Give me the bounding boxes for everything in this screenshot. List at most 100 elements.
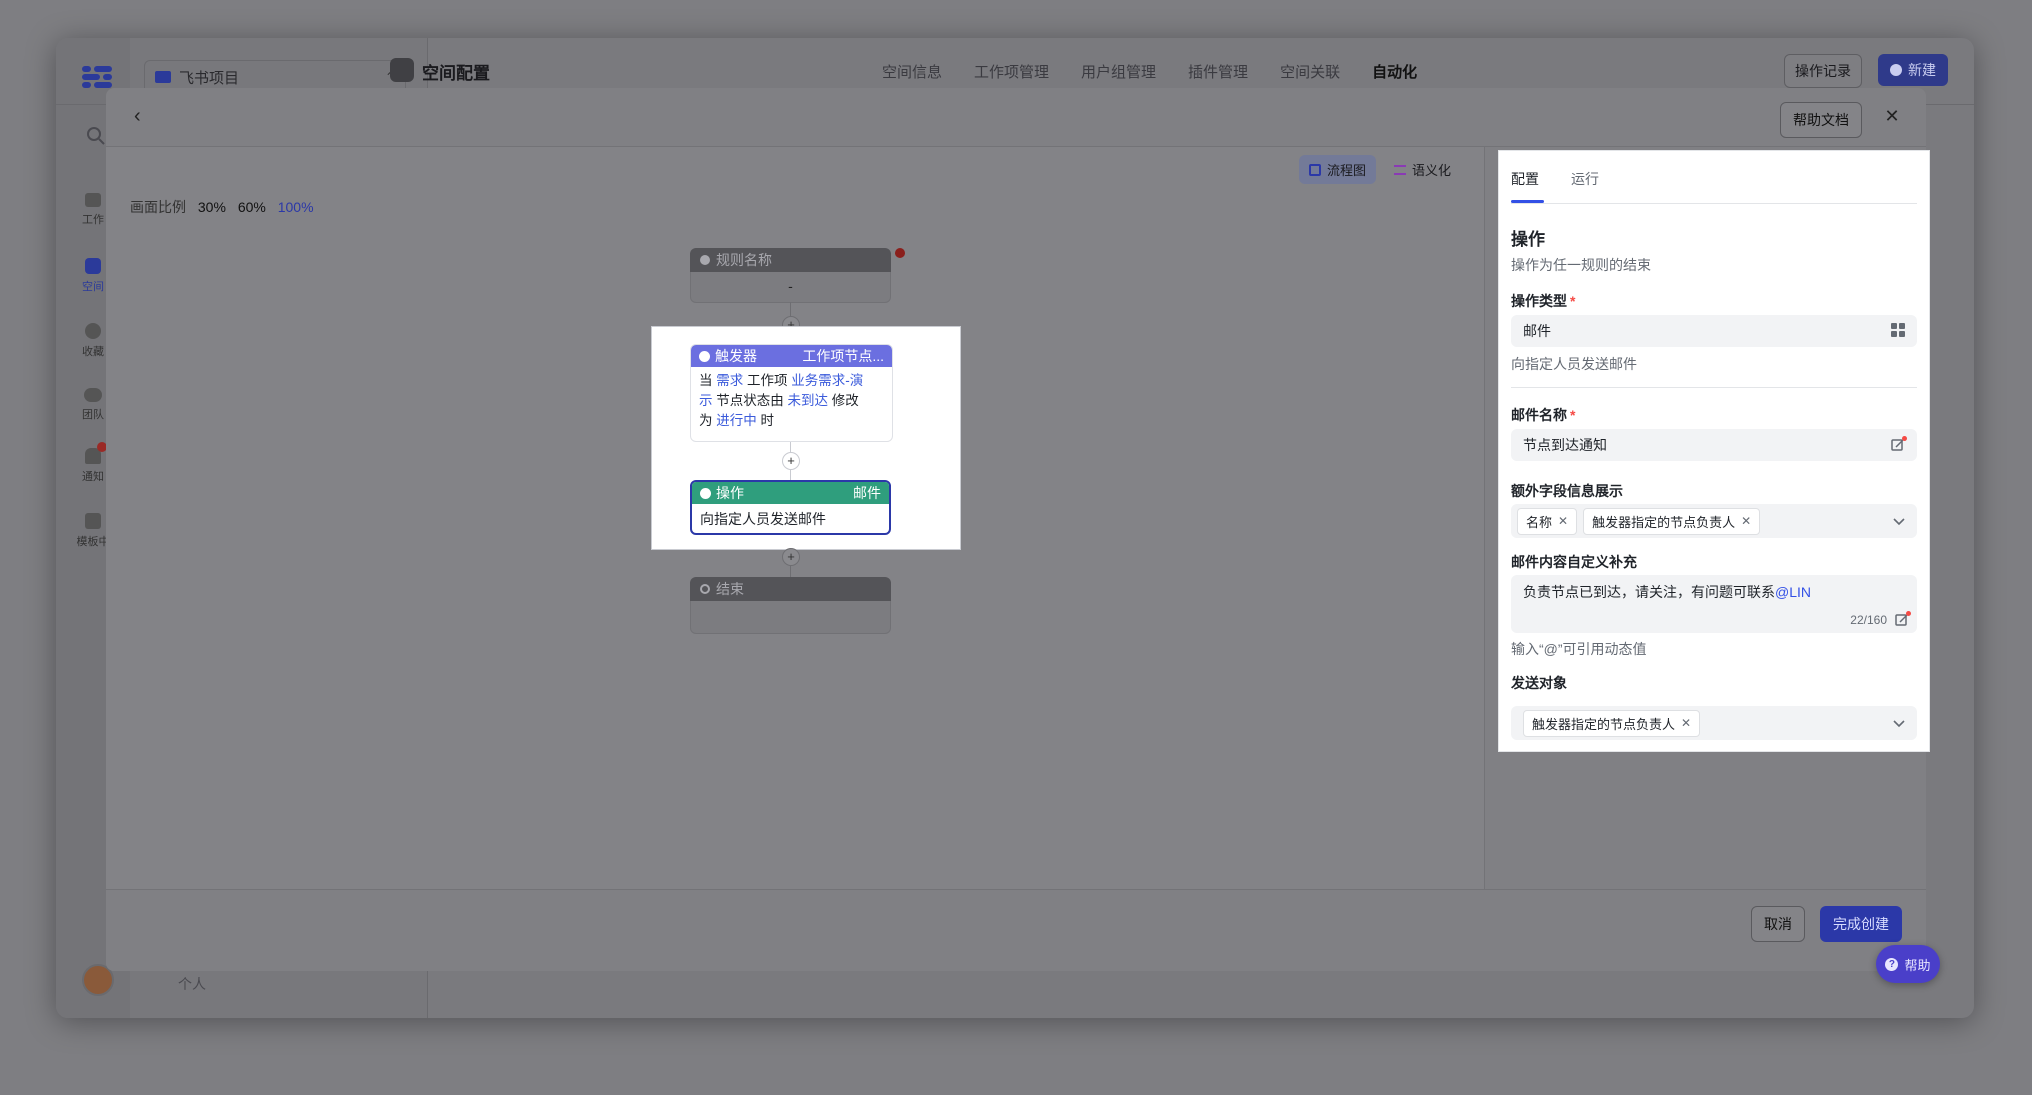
help-button[interactable]: ? 帮助 bbox=[1876, 945, 1940, 983]
view-toggle: 流程图 语义化 bbox=[1299, 155, 1461, 184]
end-node: 结束 bbox=[690, 577, 891, 634]
nav-tab[interactable]: 空间关联 bbox=[1280, 64, 1340, 81]
action-type: 邮件 bbox=[853, 485, 881, 501]
end-body bbox=[690, 601, 891, 634]
view-flowchart-button[interactable]: 流程图 bbox=[1299, 155, 1377, 184]
trigger-keyword: 示 bbox=[699, 393, 713, 408]
mail-name-value: 节点到达通知 bbox=[1523, 437, 1607, 453]
extra-field-tag[interactable]: 名称 ✕ bbox=[1517, 507, 1578, 535]
view-semantic-button[interactable]: 语义化 bbox=[1384, 155, 1461, 184]
trigger-text: 当 bbox=[699, 373, 713, 388]
end-label: 结束 bbox=[716, 581, 744, 597]
play-icon bbox=[700, 255, 710, 265]
new-button[interactable]: 新建 bbox=[1878, 54, 1948, 86]
tag-label: 触发器指定的节点负责人 bbox=[1592, 514, 1736, 530]
modal-header: ‹ 帮助文档 ✕ bbox=[106, 88, 1926, 147]
trigger-keyword: 业务需求-演 bbox=[791, 373, 864, 388]
trigger-keyword: 进行中 bbox=[716, 413, 757, 428]
tag-label: 名称 bbox=[1526, 514, 1553, 530]
view-flowchart-label: 流程图 bbox=[1327, 163, 1367, 178]
section-desc: 操作为任一规则的结束 bbox=[1511, 257, 1651, 273]
nav-tab[interactable]: 空间信息 bbox=[882, 64, 942, 81]
tab-run[interactable]: 运行 bbox=[1571, 169, 1599, 189]
config-panel: 配置 运行 操作 操作为任一规则的结束 操作类型 * 邮件 向指定人员发送邮件 邮… bbox=[1498, 150, 1930, 752]
trigger-header: 触发器 工作项节点... bbox=[691, 345, 892, 367]
plus-circle-icon bbox=[1890, 64, 1902, 76]
action-type-select[interactable]: 邮件 bbox=[1511, 315, 1917, 347]
action-header: 操作 邮件 bbox=[692, 482, 889, 504]
apps-icon bbox=[1891, 322, 1905, 340]
edit-dynamic-icon[interactable] bbox=[1891, 436, 1907, 452]
cancel-button[interactable]: 取消 bbox=[1751, 906, 1805, 942]
required-mark: * bbox=[1570, 293, 1576, 309]
add-step-button[interactable]: + bbox=[782, 452, 800, 470]
trigger-node[interactable]: 触发器 工作项节点... 当 需求 工作项 业务需求-演 示 节点状态由 未到达… bbox=[690, 344, 893, 442]
list-icon bbox=[1394, 164, 1407, 175]
zoom-label: 画面比例 bbox=[130, 199, 186, 215]
extra-field-tag[interactable]: 触发器指定的节点负责人 ✕ bbox=[1583, 507, 1761, 535]
red-dot bbox=[1902, 436, 1907, 441]
personal-section-label: 个人 bbox=[178, 976, 206, 992]
rule-name-body: - bbox=[690, 272, 891, 303]
modal-footer: 取消 完成创建 bbox=[106, 889, 1926, 971]
remove-tag-icon[interactable]: ✕ bbox=[1558, 514, 1568, 528]
zoom-option[interactable]: 30% bbox=[198, 199, 226, 215]
trigger-type: 工作项节点... bbox=[802, 348, 884, 364]
search-icon[interactable] bbox=[86, 126, 106, 146]
custom-content-hint: 输入“@”可引用动态值 bbox=[1511, 641, 1647, 657]
red-dot bbox=[1906, 611, 1911, 616]
custom-content-text: 负责节点已到达，请关注，有问题可联系 bbox=[1523, 584, 1775, 600]
rule-name-label: 规则名称 bbox=[716, 252, 772, 268]
mail-name-label: 邮件名称 * bbox=[1511, 405, 1575, 425]
tab-config[interactable]: 配置 bbox=[1511, 169, 1539, 189]
action-node[interactable]: 操作 邮件 向指定人员发送邮件 bbox=[690, 480, 891, 535]
chevron-down-icon[interactable] bbox=[1893, 715, 1905, 731]
remove-tag-icon[interactable]: ✕ bbox=[1741, 514, 1751, 528]
zoom-option[interactable]: 60% bbox=[238, 199, 266, 215]
tab-config-label: 配置 bbox=[1511, 171, 1539, 187]
nav-tab[interactable]: 插件管理 bbox=[1188, 64, 1248, 81]
nav-tab[interactable]: 用户组管理 bbox=[1081, 64, 1156, 81]
rule-name-node[interactable]: 规则名称 - bbox=[690, 248, 891, 303]
nav-tab-active[interactable]: 自动化 bbox=[1372, 64, 1417, 81]
trigger-line: 当 需求 工作项 业务需求-演 bbox=[699, 371, 884, 391]
mail-name-input[interactable]: 节点到达通知 bbox=[1511, 429, 1917, 461]
back-icon[interactable]: ‹ bbox=[134, 106, 154, 126]
recipient-tag[interactable]: 触发器指定的节点负责人 ✕ bbox=[1523, 709, 1701, 737]
char-counter-wrap: 22/160 bbox=[1850, 611, 1911, 627]
home-icon bbox=[85, 193, 101, 207]
rule-name-header: 规则名称 bbox=[690, 248, 891, 272]
add-step-button[interactable]: + bbox=[782, 548, 800, 566]
settings-icon bbox=[390, 58, 414, 82]
action-type-label-text: 操作类型 bbox=[1511, 293, 1567, 309]
trigger-text: 节点状态由 bbox=[716, 393, 784, 408]
submit-button[interactable]: 完成创建 bbox=[1820, 906, 1902, 942]
custom-content-textarea[interactable]: 负责节点已到达，请关注，有问题可联系@LIN 22/160 bbox=[1511, 575, 1917, 633]
zoom-option-active[interactable]: 100% bbox=[278, 199, 314, 215]
space-icon bbox=[85, 258, 101, 274]
sidebar-item-label: 空间 bbox=[82, 281, 104, 293]
edit-dynamic-icon[interactable] bbox=[1895, 611, 1911, 627]
sidebar-item-label: 模板中 bbox=[76, 536, 110, 548]
required-mark: * bbox=[1570, 407, 1576, 423]
nav-tab[interactable]: 工作项管理 bbox=[974, 64, 1049, 81]
char-counter: 22/160 bbox=[1850, 613, 1887, 627]
zoom-control: 画面比例 30% 60% 100% bbox=[130, 197, 314, 217]
trigger-line: 为 进行中 时 bbox=[699, 411, 884, 431]
help-button-label: 帮助 bbox=[1904, 957, 1931, 973]
tag-label: 触发器指定的节点负责人 bbox=[1532, 716, 1676, 732]
close-icon[interactable]: ✕ bbox=[1882, 106, 1902, 126]
help-doc-button[interactable]: 帮助文档 bbox=[1780, 102, 1862, 138]
remove-tag-icon[interactable]: ✕ bbox=[1681, 716, 1691, 730]
stop-icon bbox=[700, 584, 710, 594]
recipients-select[interactable]: 触发器指定的节点负责人 ✕ bbox=[1511, 706, 1917, 740]
bell-icon bbox=[85, 442, 107, 464]
trigger-keyword: 未到达 bbox=[787, 393, 829, 408]
sidebar-item-label: 团队 bbox=[82, 409, 104, 421]
action-type-label: 操作类型 * bbox=[1511, 291, 1575, 311]
extra-fields-select[interactable]: 名称 ✕ 触发器指定的节点负责人 ✕ bbox=[1511, 504, 1917, 538]
view-semantic-label: 语义化 bbox=[1412, 163, 1452, 178]
top-nav: 空间信息 工作项管理 用户组管理 插件管理 空间关联 自动化 bbox=[882, 61, 1449, 82]
chevron-down-icon[interactable] bbox=[1893, 513, 1905, 529]
history-button[interactable]: 操作记录 bbox=[1784, 54, 1862, 88]
